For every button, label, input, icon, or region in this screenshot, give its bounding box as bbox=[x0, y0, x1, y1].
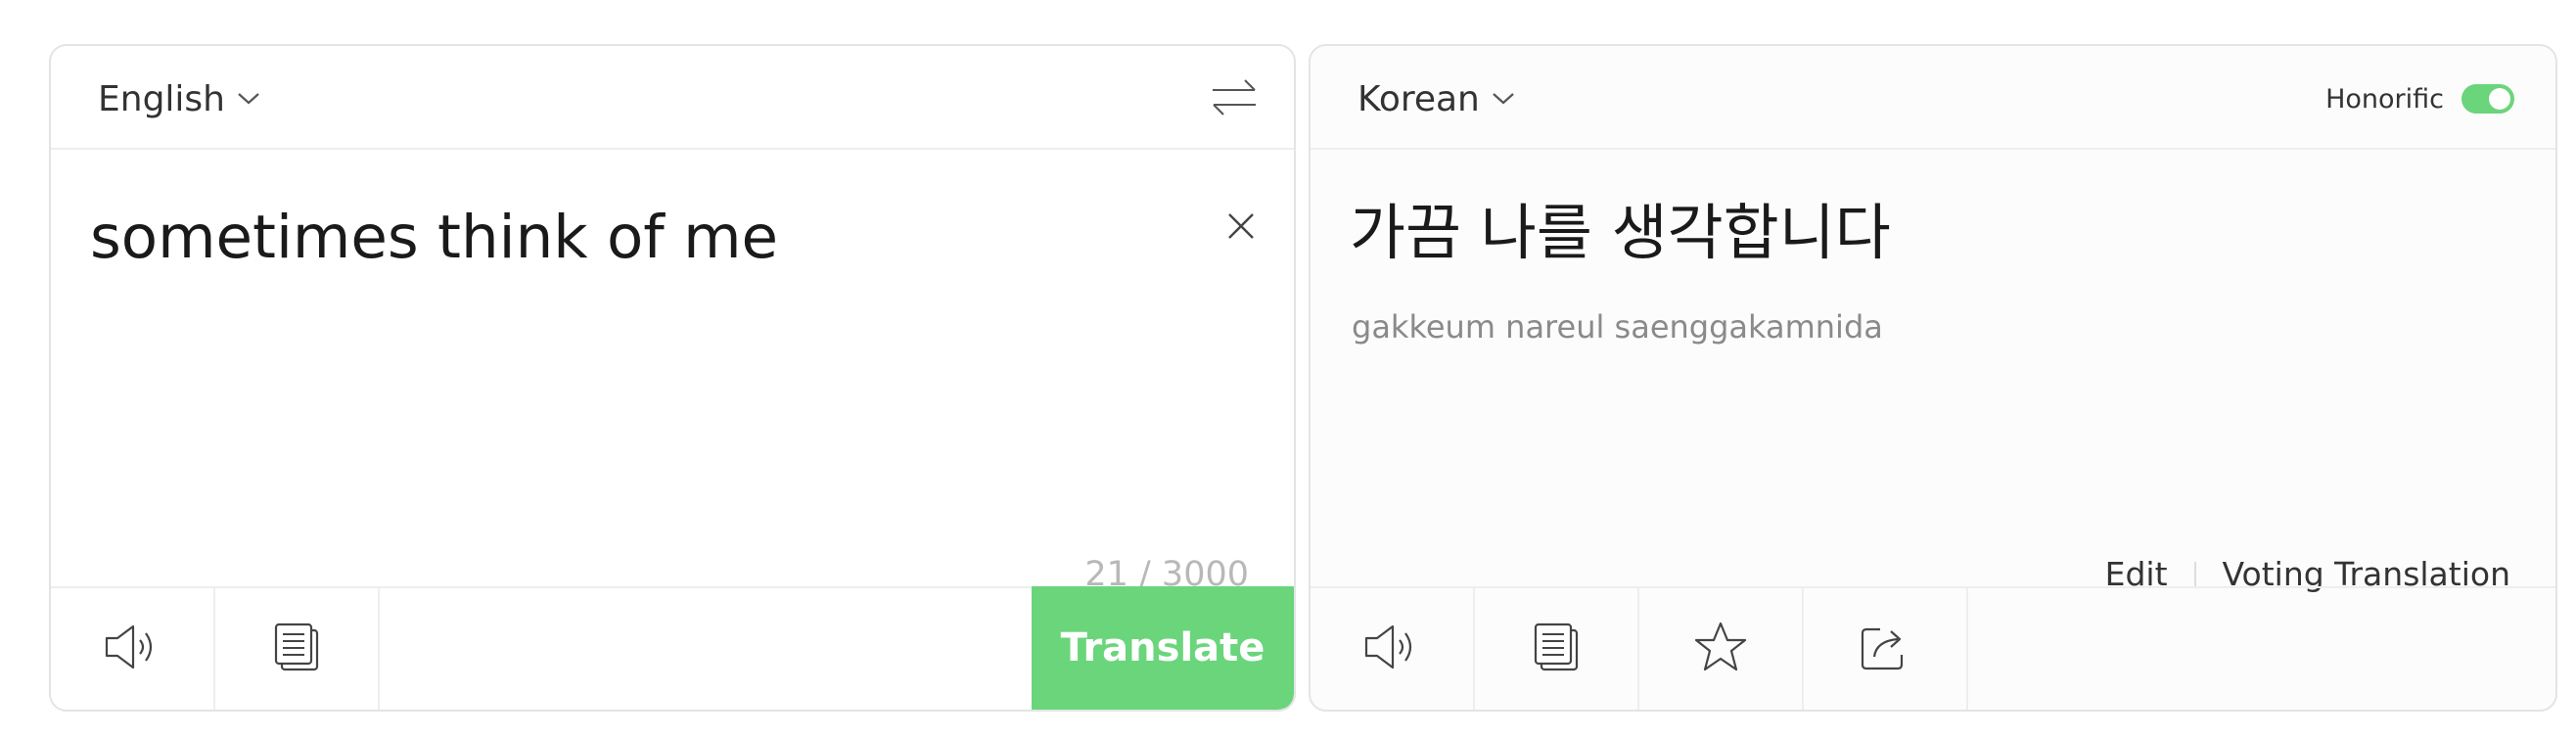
target-language-label: Korean bbox=[1357, 78, 1480, 119]
copy-icon bbox=[1532, 621, 1581, 677]
source-copy-button[interactable] bbox=[215, 588, 380, 710]
chevron-down-icon bbox=[237, 92, 260, 106]
honorific-label: Honorific bbox=[2325, 83, 2444, 115]
target-header: Korean Honorific bbox=[1311, 46, 2555, 150]
source-language-select[interactable]: English bbox=[98, 77, 260, 120]
share-icon bbox=[1859, 622, 1911, 676]
honorific-control: Honorific bbox=[2325, 81, 2514, 116]
chevron-down-icon bbox=[1492, 92, 1515, 106]
share-button[interactable] bbox=[1804, 588, 1968, 710]
source-panel: English sometimes think of me 21 / 3000 bbox=[49, 44, 1296, 712]
source-listen-button[interactable] bbox=[51, 588, 215, 710]
target-language-select[interactable]: Korean bbox=[1357, 77, 1515, 120]
swap-languages-icon[interactable] bbox=[1210, 75, 1259, 120]
star-icon bbox=[1693, 621, 1748, 677]
close-icon[interactable] bbox=[1225, 210, 1257, 242]
romanization-text: gakkeum nareul saenggakamnida bbox=[1352, 308, 1883, 346]
toggle-knob bbox=[2489, 88, 2510, 110]
source-text-input[interactable]: sometimes think of me bbox=[90, 208, 778, 267]
target-panel: Korean Honorific 가끔 나를 생각합니다 gakkeum nar… bbox=[1309, 44, 2557, 712]
speaker-icon bbox=[1363, 623, 1420, 675]
target-listen-button[interactable] bbox=[1311, 588, 1475, 710]
copy-icon bbox=[272, 621, 321, 677]
source-footer: Translate bbox=[51, 586, 1294, 710]
source-header: English bbox=[51, 46, 1294, 150]
translate-button[interactable]: Translate bbox=[1032, 586, 1294, 710]
honorific-toggle[interactable] bbox=[2461, 84, 2514, 114]
divider bbox=[2193, 561, 2196, 587]
source-language-label: English bbox=[98, 78, 225, 119]
target-footer bbox=[1311, 586, 2555, 710]
translated-text: 가끔 나를 생각합니다 bbox=[1350, 197, 1891, 268]
speaker-icon bbox=[104, 623, 161, 675]
favorite-button[interactable] bbox=[1639, 588, 1804, 710]
target-copy-button[interactable] bbox=[1475, 588, 1639, 710]
